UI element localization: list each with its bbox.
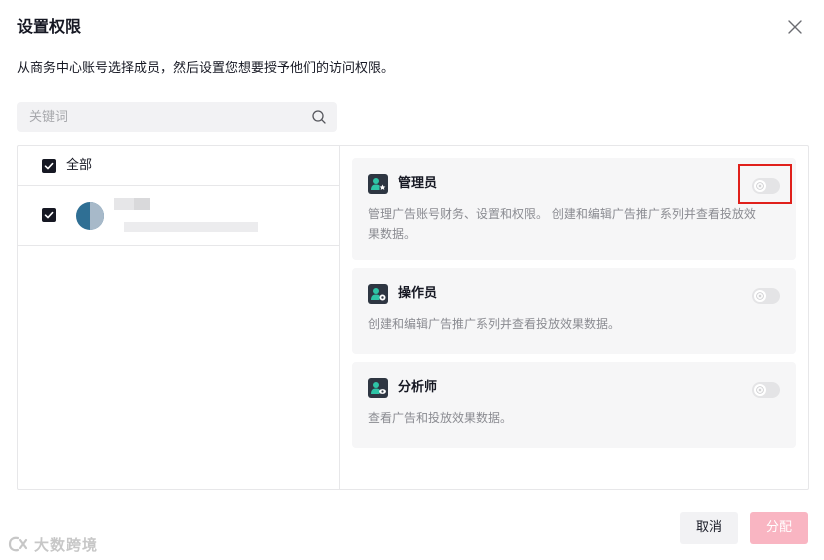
close-icon: [756, 292, 764, 300]
user-eye-icon: [368, 378, 388, 398]
checkmark-icon: [44, 162, 54, 170]
select-all-row[interactable]: 全部: [18, 146, 339, 186]
member-list: 全部: [18, 146, 340, 489]
role-name: 分析师: [398, 380, 438, 395]
watermark-text: 大数跨境: [34, 535, 99, 554]
role-name: 操作员: [398, 286, 438, 301]
member-name-redacted: [134, 198, 150, 210]
user-gear-icon: [368, 284, 388, 304]
select-all-label: 全部: [66, 158, 93, 173]
dialog-title: 设置权限: [17, 17, 82, 36]
role-description: 查看广告和投放效果数据。: [368, 411, 513, 425]
role-description: 管理广告账号财务、设置和权限。 创建和编辑广告推广系列并查看投放效果数据。: [368, 207, 756, 241]
role-card-operator: 操作员 创建和编辑广告推广系列并查看投放效果数据。: [352, 268, 796, 354]
member-row[interactable]: [18, 186, 339, 246]
watermark-logo-icon: [8, 536, 28, 552]
search-box[interactable]: [17, 102, 337, 132]
role-toggle-operator[interactable]: [752, 288, 780, 304]
role-toggle-analyst[interactable]: [752, 382, 780, 398]
selection-panel: 全部 管理员 管理广告账号财务、设置和权限。 创建和编辑广告推广系列并查看投放效…: [17, 145, 809, 490]
close-button[interactable]: [784, 16, 806, 38]
role-list: 管理员 管理广告账号财务、设置和权限。 创建和编辑广告推广系列并查看投放效果数据…: [340, 146, 808, 489]
highlight-annotation: [738, 164, 792, 204]
member-avatar: [76, 202, 104, 230]
cancel-button[interactable]: 取消: [680, 512, 738, 544]
watermark: 大数跨境: [6, 534, 98, 554]
dialog-subtitle: 从商务中心账号选择成员，然后设置您想要授予他们的访问权限。: [17, 61, 395, 76]
toggle-knob: [754, 290, 766, 302]
permission-dialog: 设置权限 从商务中心账号选择成员，然后设置您想要授予他们的访问权限。 全部: [0, 0, 824, 560]
select-all-checkbox[interactable]: [42, 159, 56, 173]
role-card-analyst: 分析师 查看广告和投放效果数据。: [352, 362, 796, 448]
avatar-blur: [90, 202, 104, 230]
role-name: 管理员: [398, 176, 438, 191]
role-description: 创建和编辑广告推广系列并查看投放效果数据。: [368, 317, 621, 331]
close-icon[interactable]: [784, 16, 806, 38]
role-card-admin: 管理员 管理广告账号财务、设置和权限。 创建和编辑广告推广系列并查看投放效果数据…: [352, 158, 796, 260]
assign-button[interactable]: 分配: [750, 512, 808, 544]
member-checkbox[interactable]: [42, 208, 56, 222]
search-icon[interactable]: [311, 109, 327, 125]
checkmark-icon: [44, 211, 54, 219]
close-icon: [756, 386, 764, 394]
toggle-knob: [754, 384, 766, 396]
search-input[interactable]: [17, 102, 307, 132]
member-id-redacted: [124, 222, 258, 232]
user-star-icon: [368, 174, 388, 194]
